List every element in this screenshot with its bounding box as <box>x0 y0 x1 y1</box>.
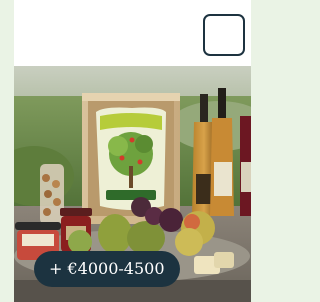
select-checkbox[interactable] <box>203 14 245 56</box>
card-header <box>14 0 251 66</box>
price-range-button[interactable]: + €4000-4500 <box>34 251 180 287</box>
product-card[interactable]: + €4000-4500 <box>14 0 251 302</box>
